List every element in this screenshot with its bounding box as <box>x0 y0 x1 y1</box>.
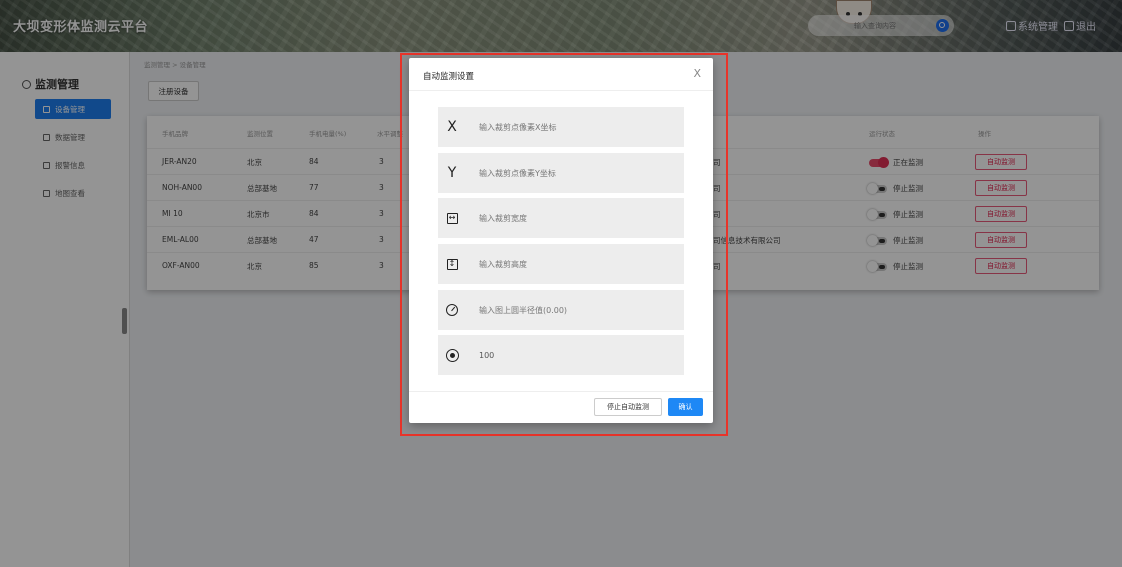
auto-monitor-settings-dialog: 自动监测设置 X X Y ↔ ↕ 停止自动监测 确认 <box>409 58 713 423</box>
crop-height-input[interactable] <box>479 257 674 271</box>
circle-radius-input[interactable] <box>479 303 674 317</box>
crop-y-field: Y <box>438 153 684 193</box>
threshold-input[interactable] <box>479 348 674 362</box>
x-axis-icon: X <box>447 119 457 135</box>
crop-x-field: X <box>438 107 684 147</box>
crop-width-input[interactable] <box>479 211 674 225</box>
gauge-icon <box>444 302 460 318</box>
radio-target-icon <box>444 347 460 363</box>
close-icon[interactable]: X <box>693 67 701 80</box>
height-icon: ↕ <box>444 256 460 272</box>
dialog-footer-divider <box>409 391 713 392</box>
crop-width-field: ↔ <box>438 198 684 238</box>
confirm-button[interactable]: 确认 <box>668 398 703 416</box>
crop-y-input[interactable] <box>479 166 674 180</box>
circle-radius-field <box>438 290 684 330</box>
dialog-title: 自动监测设置 <box>423 72 475 82</box>
crop-x-input[interactable] <box>479 120 674 134</box>
stop-auto-monitor-button[interactable]: 停止自动监测 <box>594 398 662 416</box>
y-axis-icon: Y <box>447 165 457 181</box>
dialog-divider <box>409 90 713 91</box>
crop-height-field: ↕ <box>438 244 684 284</box>
width-icon: ↔ <box>444 210 460 226</box>
threshold-field <box>438 335 684 375</box>
